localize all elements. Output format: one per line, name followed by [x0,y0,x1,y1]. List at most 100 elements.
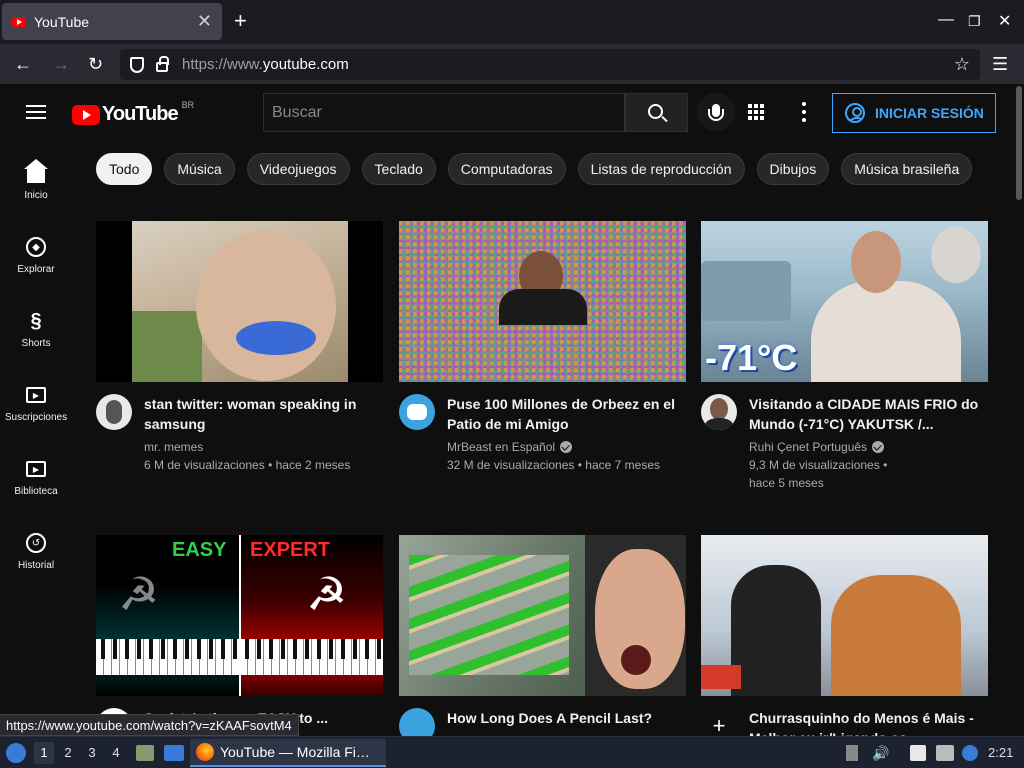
app-menu-icon[interactable]: ☰ [992,53,1008,75]
page-scrollbar[interactable] [1014,84,1024,736]
sidebar-item-label: Suscripciones [4,412,68,423]
settings-more-icon[interactable] [802,102,806,122]
channel-avatar[interactable] [96,394,132,430]
workspace-2[interactable]: 2 [58,745,78,760]
workspace-3[interactable]: 3 [82,745,102,760]
video-card[interactable]: Puse 100 Millones de Orbeez en el Patio … [399,221,686,474]
tracking-shield-icon[interactable] [130,56,144,73]
video-card[interactable]: stan twitter: woman speaking in samsung … [96,221,383,474]
browser-tab[interactable]: YouTube ✕ [2,3,222,40]
taskbar-window-label: YouTube — Mozilla Fi… [220,744,370,760]
thumbnail-overlay-text: -71°C [705,337,798,378]
workspace-4[interactable]: 4 [106,745,126,760]
clipboard-icon[interactable] [910,745,926,761]
sidebar-item-suscripciones[interactable]: ▶ Suscripciones [0,362,72,436]
search-placeholder: Buscar [272,103,322,121]
window-close-icon[interactable]: ✕ [998,11,1011,31]
network-icon[interactable] [936,745,954,761]
sidebar-item-inicio[interactable]: Inicio [0,140,72,214]
new-tab-icon[interactable]: + [234,10,247,32]
search-icon [647,103,663,119]
video-title[interactable]: Churrasquinho do Menos é Mais - Melhor e… [749,708,988,736]
search-input[interactable]: Buscar [263,93,625,132]
video-title[interactable]: Visitando a CIDADE MAIS FRIO do Mundo (-… [749,394,988,434]
chip-musica-brasilena[interactable]: Música brasileña [841,153,973,185]
country-code: BR [181,99,195,110]
desktop-taskbar: 1 2 3 4 YouTube — Mozilla Fi… 🔊 2:21 [0,736,1024,768]
channel-avatar[interactable]: + [701,708,737,736]
forward-icon[interactable]: → [52,53,70,75]
account-icon [845,103,865,123]
channel-avatar[interactable] [399,708,435,736]
video-title[interactable]: Puse 100 Millones de Orbeez en el Patio … [447,394,686,434]
home-icon [24,159,48,184]
url-text[interactable]: https://www.youtube.com [182,56,349,73]
voice-search-button[interactable] [697,93,735,131]
guide-menu-icon[interactable] [26,105,46,119]
reload-icon[interactable]: ↻ [88,53,103,75]
video-thumbnail[interactable]: EASY EXPERT ☭ ☭ [96,535,383,696]
show-desktop-icon[interactable] [164,745,184,761]
channel-name[interactable]: MrBeast en Español [447,438,555,456]
search-button[interactable] [625,93,688,132]
youtube-logo[interactable]: YouTube BR [72,99,195,126]
sidebar-item-biblioteca[interactable]: ▶ Biblioteca [0,436,72,510]
video-thumbnail[interactable] [96,221,383,382]
chip-dibujos[interactable]: Dibujos [756,153,830,185]
tab-title: YouTube [34,13,90,30]
video-card[interactable]: -71°C Visitando a CIDADE MAIS FRIO do Mu… [701,221,988,492]
channel-avatar[interactable] [701,394,737,430]
video-title[interactable]: stan twitter: woman speaking in samsung [144,394,383,434]
video-card[interactable]: + Churrasquinho do Menos é Mais - Melhor… [701,535,988,736]
chip-musica[interactable]: Música [164,153,235,185]
upload-age: hace 7 meses [585,458,660,472]
chip-videojuegos[interactable]: Videojuegos [246,153,350,185]
scrollbar-thumb[interactable] [1016,86,1022,200]
video-thumbnail[interactable] [399,221,686,382]
view-count: 32 M de visualizaciones [447,458,575,472]
apps-grid-icon[interactable] [748,104,764,120]
microphone-icon [708,103,724,121]
sidebar-item-shorts[interactable]: § Shorts [0,288,72,362]
chip-computadoras[interactable]: Computadoras [447,153,566,185]
chip-listas[interactable]: Listas de reproducción [577,153,745,185]
chip-teclado[interactable]: Teclado [361,153,436,185]
channel-name[interactable]: Ruhi Çenet Português [749,438,867,456]
video-title[interactable]: How Long Does A Pencil Last? [447,708,652,728]
workspace-1[interactable]: 1 [34,742,54,764]
channel-name[interactable]: mr. memes [144,438,203,456]
sidebar-item-explorar[interactable]: ◆ Explorar [0,214,72,288]
notification-icon[interactable] [962,745,978,761]
sidebar-item-label: Biblioteca [14,486,58,497]
compass-icon: ◆ [25,236,47,258]
maximize-icon[interactable]: ❐ [968,13,981,30]
minimize-icon[interactable]: — [938,11,954,29]
subscriptions-icon: ▶ [25,384,47,406]
video-card[interactable]: EASY EXPERT ☭ ☭ Soviet Anthem ~ EASY to … [96,535,383,736]
volume-icon[interactable]: 🔊 [872,745,889,761]
youtube-page: YouTube BR Buscar INICIAR SESIÓN Inicio … [0,84,1014,736]
shorts-icon: § [30,309,42,332]
lock-icon[interactable] [156,56,169,72]
sidebar-item-historial[interactable]: ↺ Historial [0,510,72,584]
channel-avatar[interactable] [399,394,435,430]
video-thumbnail[interactable] [399,535,686,696]
video-thumbnail[interactable] [701,535,988,696]
video-card[interactable]: How Long Does A Pencil Last? [399,535,686,736]
eject-icon[interactable] [846,745,858,761]
close-tab-icon[interactable]: ✕ [197,11,212,32]
chip-todo[interactable]: Todo [96,153,153,185]
bookmark-star-icon[interactable]: ☆ [954,54,970,75]
taskbar-clock: 2:21 [988,745,1014,760]
firefox-icon [196,743,214,761]
taskbar-firefox-window[interactable]: YouTube — Mozilla Fi… [190,739,386,767]
address-bar[interactable]: https://www.youtube.com ☆ [120,49,980,80]
upload-age: hace 2 meses [275,458,351,472]
video-thumbnail[interactable]: -71°C [701,221,988,382]
verified-badge-icon [560,441,573,453]
file-manager-icon[interactable] [136,745,154,761]
signin-button[interactable]: INICIAR SESIÓN [832,93,996,133]
upload-age: hace 5 meses [749,476,824,490]
back-icon[interactable]: ← [14,53,32,75]
start-menu-icon[interactable] [6,743,26,763]
